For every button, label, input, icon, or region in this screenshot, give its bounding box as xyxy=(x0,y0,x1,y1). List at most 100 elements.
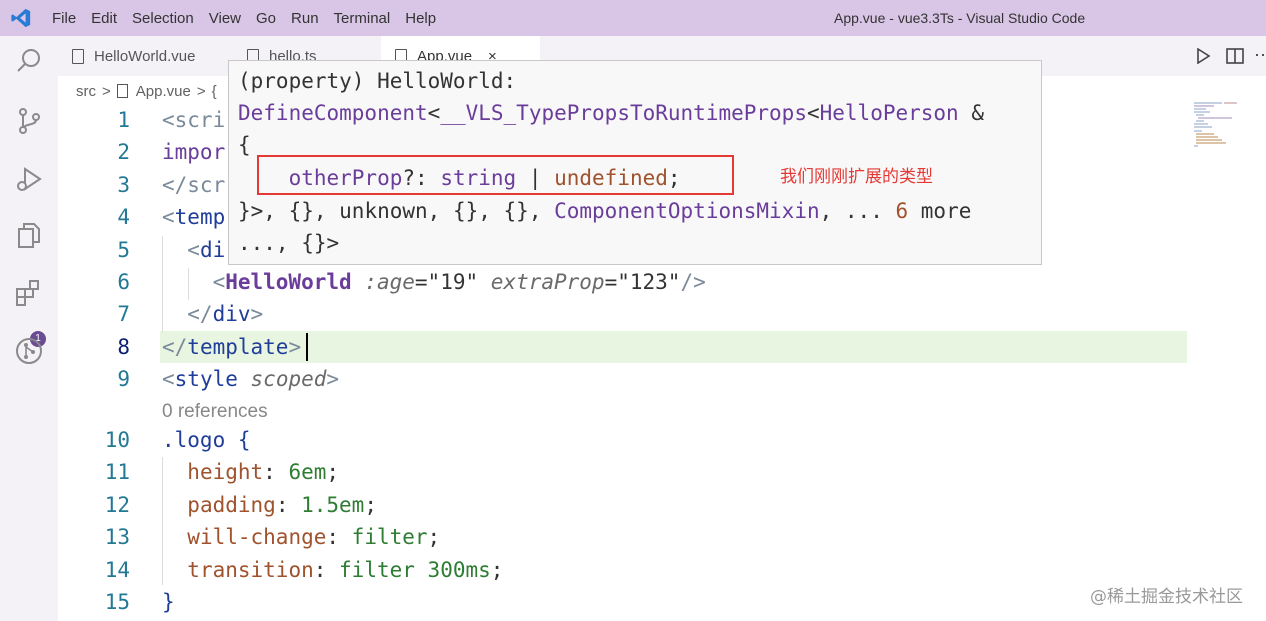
code-line-14[interactable]: transition: filter 300ms; xyxy=(162,558,503,582)
code-line-9[interactable]: <style scoped> xyxy=(162,367,339,391)
code-line-7[interactable]: </div> xyxy=(162,302,263,326)
hover-token: ComponentOptionsMixin xyxy=(554,199,820,223)
code-token: /> xyxy=(680,270,706,294)
git-graph-icon[interactable] xyxy=(14,336,44,366)
breadcrumb-folder[interactable]: src xyxy=(76,83,96,100)
breadcrumb-file[interactable]: App.vue xyxy=(136,83,191,100)
hover-line-1: (property) HelloWorld: xyxy=(238,69,516,93)
code-line-2[interactable]: impor xyxy=(162,140,225,164)
code-token: 300ms xyxy=(427,558,491,582)
hover-line-2: DefineComponent<__VLS_TypePropsToRuntime… xyxy=(238,101,984,125)
hover-token: , {}, {}, xyxy=(427,199,555,223)
split-editor-icon[interactable] xyxy=(1226,48,1244,64)
code-token: </ xyxy=(162,335,188,359)
code-token: 6em xyxy=(288,460,327,484)
code-token: </ xyxy=(162,302,213,326)
source-control-icon[interactable] xyxy=(14,106,44,136)
menu-edit[interactable]: Edit xyxy=(91,10,117,27)
annotation-note: 我们刚刚扩展的类型 xyxy=(780,167,933,187)
run-debug-icon[interactable] xyxy=(14,164,44,194)
code-token: < xyxy=(162,270,226,294)
watermark: @稀土掘金技术社区 xyxy=(1090,587,1243,607)
search-icon[interactable] xyxy=(14,46,44,76)
menu-view[interactable]: View xyxy=(209,10,241,27)
code-line-1[interactable]: <scri xyxy=(162,108,225,132)
extensions-icon[interactable] xyxy=(14,278,44,308)
code-token: filter xyxy=(339,558,415,582)
code-line-3[interactable]: </scr xyxy=(162,173,225,197)
line-number: 2 xyxy=(117,140,130,164)
run-icon[interactable] xyxy=(1195,48,1211,64)
code-line-15[interactable]: } xyxy=(162,590,175,614)
line-number: 13 xyxy=(104,525,130,549)
code-token: style xyxy=(174,367,238,391)
hover-token: (property) xyxy=(238,69,378,93)
tab-helloworld-vue[interactable]: HelloWorld.vue xyxy=(58,36,247,76)
breadcrumb: src > App.vue > { xyxy=(76,80,217,102)
hover-token: DefineComponent xyxy=(238,101,428,125)
code-token: div xyxy=(212,302,251,326)
menu-go[interactable]: Go xyxy=(256,10,276,27)
code-token: .logo xyxy=(162,428,226,452)
menu-terminal[interactable]: Terminal xyxy=(334,10,391,27)
current-line-highlight xyxy=(160,331,1187,363)
line-number: 11 xyxy=(104,460,130,484)
code-token: impor xyxy=(162,140,226,164)
code-token: 1.5em xyxy=(301,493,365,517)
code-line-11[interactable]: height: 6em; xyxy=(162,460,339,484)
file-icon xyxy=(116,84,128,98)
line-number: 6 xyxy=(117,270,130,294)
minimap[interactable] xyxy=(1192,100,1248,150)
code-token: height xyxy=(187,460,264,484)
codelens-references[interactable]: 0 references xyxy=(162,401,268,423)
hover-line-3: { xyxy=(238,133,251,157)
hover-token: & xyxy=(958,101,984,125)
more-actions-icon[interactable]: ⋯ xyxy=(1254,45,1266,66)
text-cursor xyxy=(306,333,308,361)
hover-token: unknown xyxy=(339,199,428,223)
code-token: transition xyxy=(187,558,314,582)
menu-bar: File Edit Selection View Go Run Terminal… xyxy=(52,0,451,36)
hover-token: 6 xyxy=(895,199,909,223)
code-line-6[interactable]: <HelloWorld :age="19" extraProp="123"/> xyxy=(162,270,706,294)
line-number-current: 8 xyxy=(117,335,130,359)
explorer-files-icon[interactable] xyxy=(14,221,44,251)
menu-run[interactable]: Run xyxy=(291,10,319,27)
highlight-box xyxy=(257,155,734,195)
hover-token: HelloWorld xyxy=(377,69,504,93)
code-token: filter xyxy=(351,525,428,549)
code-line-4[interactable]: <temp xyxy=(162,205,225,229)
code-token: < xyxy=(162,367,175,391)
code-line-5[interactable]: <di xyxy=(162,238,225,262)
code-token: = xyxy=(414,270,428,294)
hover-token: : xyxy=(503,69,517,93)
code-line-12[interactable]: padding: 1.5em; xyxy=(162,493,377,517)
code-token: < xyxy=(162,205,175,229)
code-token: template xyxy=(187,335,289,359)
breadcrumb-separator: > xyxy=(196,82,206,100)
code-token: > xyxy=(288,335,302,359)
menu-help[interactable]: Help xyxy=(405,10,436,27)
hover-token: }>, {}, xyxy=(238,199,340,223)
code-token: padding xyxy=(187,493,276,517)
code-line-10[interactable]: .logo { xyxy=(162,428,251,452)
menu-selection[interactable]: Selection xyxy=(132,10,194,27)
title-bar: File Edit Selection View Go Run Terminal… xyxy=(0,0,1266,36)
breadcrumb-symbol[interactable]: { xyxy=(212,83,217,100)
code-line-8[interactable]: </template> xyxy=(162,335,301,359)
code-token: "19" xyxy=(427,270,479,294)
vscode-logo-icon xyxy=(11,8,31,28)
tab-label: HelloWorld.vue xyxy=(94,47,196,65)
hover-token: __VLS_TypePropsToRuntimeProps xyxy=(440,101,807,125)
line-number: 3 xyxy=(117,173,130,197)
code-line-13[interactable]: will-change: filter; xyxy=(162,525,440,549)
line-number: 7 xyxy=(117,302,130,326)
code-token: { xyxy=(237,428,251,452)
line-number: 15 xyxy=(104,590,130,614)
hover-token: ..., {}> xyxy=(238,231,340,255)
code-token: <scri xyxy=(162,108,226,132)
menu-file[interactable]: File xyxy=(52,10,76,27)
line-number: 1 xyxy=(117,108,130,132)
hover-line-5: }>, {}, unknown, {}, {}, ComponentOption… xyxy=(238,199,971,223)
code-token: "123" xyxy=(617,270,681,294)
